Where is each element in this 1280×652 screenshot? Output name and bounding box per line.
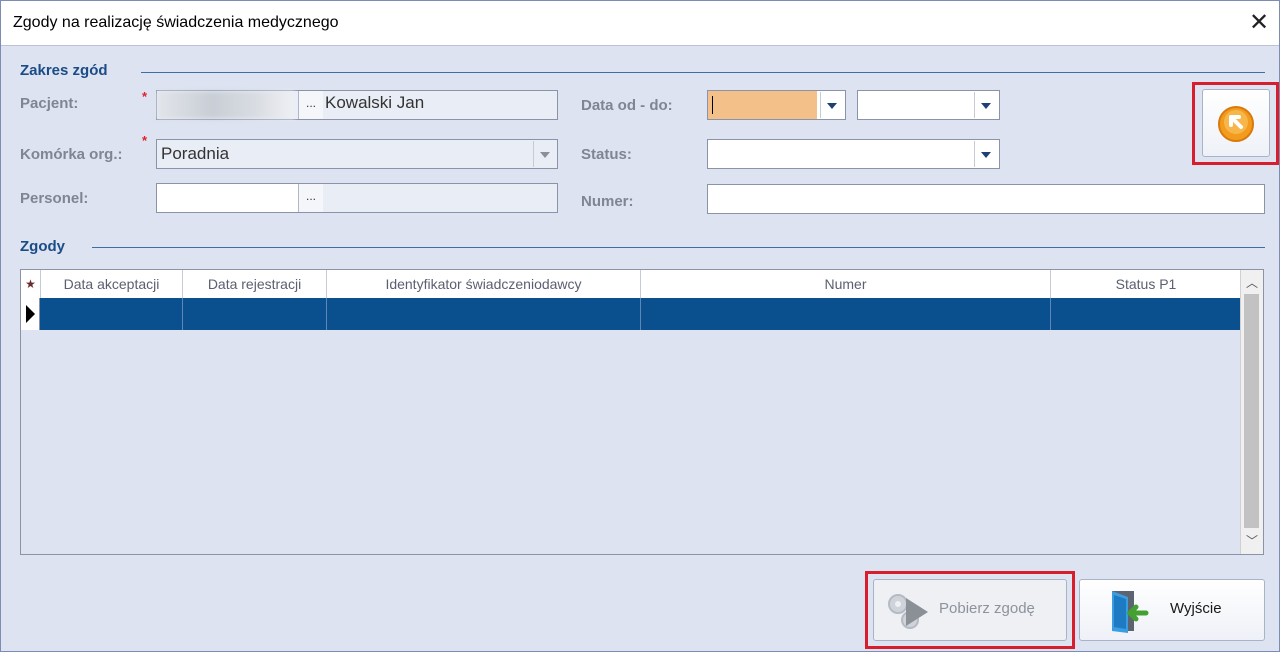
text-caret [712,96,713,114]
date-from-field[interactable] [707,90,846,120]
row-indicator-icon [21,298,40,330]
patient-select-button[interactable]: ... [298,91,323,119]
fetch-button-highlight [865,571,1075,649]
patient-label: Pacjent: [20,95,79,112]
scope-group-title: Zakres zgód [20,62,112,79]
table-cell[interactable] [183,298,327,330]
column-header-acceptance-date[interactable]: Data akceptacji [41,270,183,298]
exit-button[interactable]: Wyjście [1079,579,1265,641]
title-bar: Zgody na realizację świadczenia medyczne… [1,1,1279,46]
table-cell[interactable] [1051,298,1241,330]
search-button-highlight [1192,82,1279,165]
scroll-down-icon[interactable]: ﹀ [1241,530,1263,552]
date-from-dropdown-icon[interactable] [820,92,843,118]
staff-label: Personel: [20,190,89,207]
exit-label: Wyjście [1170,600,1222,617]
status-chevron-down-icon[interactable] [974,141,997,167]
table-cell[interactable] [327,298,641,330]
patient-required-mark: * [142,89,148,104]
scroll-up-icon[interactable]: ︿ [1241,272,1263,294]
staff-input[interactable] [157,184,298,212]
consents-group-title: Zgody [20,238,69,255]
consents-group-line [92,247,1265,248]
unit-label: Komórka org.: [20,146,123,163]
column-header-number[interactable]: Numer [641,270,1051,298]
column-header-registration-date[interactable]: Data rejestracji [183,270,327,298]
column-header-status-p1[interactable]: Status P1 [1051,270,1241,298]
exit-door-icon [1112,591,1149,633]
table-cell[interactable] [41,298,183,330]
patient-name: Kowalski Jan [325,93,425,112]
star-header-icon: ★ [21,270,41,298]
table-cell[interactable] [641,298,1051,330]
consents-table[interactable]: ★ Data akceptacji Data rejestracji Ident… [20,269,1264,555]
date-range-label: Data od - do: [581,97,673,114]
chevron-down-icon[interactable] [533,141,556,167]
date-to-field[interactable] [857,90,1000,120]
unit-required-mark: * [142,133,148,148]
scope-group-line [141,72,1265,73]
table-header: ★ Data akceptacji Data rejestracji Ident… [21,270,1241,299]
patient-field[interactable]: ... Kowalski Jan [156,90,558,120]
patient-id-masked [157,91,295,119]
unit-value: Poradnia [161,144,230,163]
number-input[interactable] [707,184,1265,214]
table-row[interactable] [21,298,1241,330]
status-dropdown[interactable] [707,139,1000,169]
staff-select-button[interactable]: ... [298,184,323,212]
consents-window: Zgody na realizację świadczenia medyczne… [0,0,1280,652]
scrollbar-thumb[interactable] [1244,294,1259,528]
column-header-provider-id[interactable]: Identyfikator świadczeniodawcy [327,270,641,298]
vertical-scrollbar[interactable]: ︿ ﹀ [1240,270,1263,554]
status-label: Status: [581,146,632,163]
date-from-input[interactable] [708,91,817,119]
date-to-dropdown-icon[interactable] [974,92,997,118]
window-title: Zgody na realizację świadczenia medyczne… [13,14,339,31]
number-label: Numer: [581,193,634,210]
unit-dropdown[interactable]: Poradnia [156,139,558,169]
close-icon[interactable]: ✕ [1245,9,1273,37]
staff-field[interactable]: ... [156,183,558,213]
